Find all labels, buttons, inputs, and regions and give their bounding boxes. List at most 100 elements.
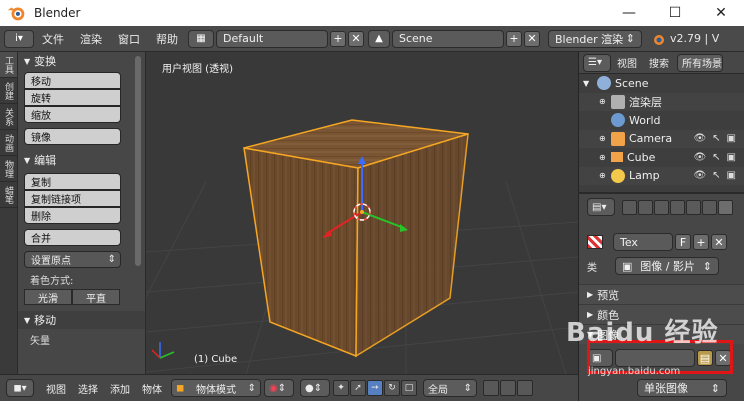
menu-file[interactable]: 文件: [34, 31, 72, 47]
mode-select[interactable]: ◼ 物体模式 ⇕: [171, 379, 261, 397]
menu-object[interactable]: 物体: [136, 381, 168, 396]
outliner-row-cube[interactable]: ⊕ Cube 👁 ↖ ▣: [579, 148, 744, 167]
tab-relations[interactable]: 关系: [0, 104, 17, 130]
shade-smooth-button[interactable]: 光滑: [24, 289, 72, 305]
layer-button-icon[interactable]: [517, 380, 533, 396]
render-engine-select[interactable]: Blender 渲染 ⇕: [548, 29, 642, 48]
duplicate-button[interactable]: 复制: [24, 173, 121, 190]
menu-view[interactable]: 视图: [40, 381, 72, 396]
menu-render[interactable]: 渲染: [72, 31, 110, 47]
render-icon[interactable]: ▣: [727, 133, 736, 144]
scale-manipulator-icon[interactable]: ↻: [384, 380, 400, 396]
image-source-select[interactable]: 单张图像 ⇕: [637, 379, 727, 397]
texture-tab-icon[interactable]: [718, 199, 733, 215]
properties-editor-button[interactable]: ▤▾: [587, 198, 615, 216]
unlink-texture-button[interactable]: ✕: [711, 234, 727, 250]
scene-icon-button[interactable]: ▲: [368, 29, 390, 48]
rotate-manipulator-icon[interactable]: ➙: [367, 380, 383, 396]
render-icon[interactable]: ▣: [727, 170, 736, 181]
display-mode-select[interactable]: 所有场景: [677, 53, 723, 72]
world-icon: [611, 113, 625, 128]
translate-manipulator-icon[interactable]: ➚: [350, 380, 366, 396]
scene-tab-icon[interactable]: [654, 199, 669, 215]
menu-add[interactable]: 添加: [104, 381, 136, 396]
texture-name-field[interactable]: Tex: [613, 233, 673, 251]
cursor-icon[interactable]: ↖: [712, 152, 720, 163]
cursor-icon[interactable]: ↖: [712, 133, 720, 144]
tab-grease-pencil[interactable]: 蜡笔: [0, 182, 17, 208]
maximize-button[interactable]: ☐: [652, 0, 698, 26]
blender-logo-icon: [7, 7, 25, 21]
render-icon[interactable]: ▣: [727, 152, 736, 163]
remove-scene-button[interactable]: ✕: [524, 30, 540, 47]
scene-field[interactable]: Scene: [392, 29, 504, 48]
preview-panel-header[interactable]: ▶ 预览: [579, 284, 744, 304]
pivot-select[interactable]: ● ⇕: [300, 379, 330, 397]
eye-icon[interactable]: 👁: [693, 170, 706, 181]
outliner-row-camera[interactable]: ⊕ Camera 👁 ↖ ▣: [579, 129, 744, 148]
transform-panel-header[interactable]: ▼ 变换: [18, 52, 145, 70]
join-button[interactable]: 合并: [24, 229, 121, 246]
set-origin-select[interactable]: 设置原点 ⇕: [24, 251, 121, 268]
shading-mode-select[interactable]: ◉ ⇕: [264, 379, 294, 397]
chevron-down-icon: ⇕: [107, 254, 116, 265]
eye-icon[interactable]: 👁: [693, 133, 706, 144]
menu-help[interactable]: 帮助: [148, 31, 186, 47]
screen-layout-icon[interactable]: ▦: [188, 29, 214, 48]
add-scene-button[interactable]: +: [506, 30, 522, 47]
edit-panel-header[interactable]: ▼ 编辑: [18, 151, 145, 169]
expand-icon: ⊕: [599, 171, 606, 181]
move-operator-panel-header[interactable]: ▼ 移动: [18, 311, 145, 329]
outliner-row-scene[interactable]: ▼ Scene: [579, 74, 744, 93]
cursor-icon[interactable]: ↖: [712, 170, 720, 181]
menu-select[interactable]: 选择: [72, 381, 104, 396]
scale-button[interactable]: 缩放: [24, 106, 121, 123]
transform-orientation-select[interactable]: 全局 ⇕: [423, 379, 477, 397]
screen-layout-field[interactable]: Default: [216, 29, 328, 48]
minimize-button[interactable]: —: [606, 0, 652, 26]
edit-panel-title: 编辑: [34, 154, 57, 167]
outliner-row-world[interactable]: World: [579, 111, 744, 130]
outliner-row-render-layer[interactable]: ⊕ 渲染层: [579, 92, 744, 111]
outliner-row-lamp[interactable]: ⊕ Lamp 👁 ↖ ▣: [579, 166, 744, 185]
view-label: 用户视图 (透视): [162, 64, 233, 75]
manipulator-toggle-icon[interactable]: ✦: [333, 380, 349, 396]
render-tab-icon[interactable]: [622, 199, 637, 215]
tool-shelf-scrollbar[interactable]: [135, 56, 141, 266]
texture-type-select[interactable]: ▣ 图像 / 影片 ⇕: [615, 257, 719, 275]
scale-icon[interactable]: □: [401, 380, 417, 396]
object-tab-icon[interactable]: [686, 199, 701, 215]
image-source-label: 单张图像: [644, 382, 688, 395]
delete-button[interactable]: 删除: [24, 207, 121, 224]
editor-type-button[interactable]: ◼ ▾: [6, 379, 34, 397]
mirror-button[interactable]: 镜像: [24, 128, 121, 145]
shade-flat-button[interactable]: 平直: [72, 289, 120, 305]
constraints-tab-icon[interactable]: [702, 199, 717, 215]
menu-window[interactable]: 窗口: [110, 31, 148, 47]
layer-button-icon[interactable]: [500, 380, 516, 396]
tab-tools[interactable]: 工具: [0, 52, 17, 78]
render-layers-tab-icon[interactable]: [638, 199, 653, 215]
tool-tabs: 工具 创建 关系 动画 物理 蜡笔: [0, 52, 18, 374]
expand-triangle-icon: ▶: [587, 290, 594, 299]
tab-create[interactable]: 创建: [0, 78, 17, 104]
new-texture-button[interactable]: +: [693, 234, 709, 250]
eye-icon[interactable]: 👁: [693, 152, 706, 163]
outliner-icon: ☰: [588, 57, 597, 68]
editor-type-button[interactable]: i ▾: [4, 29, 34, 48]
outliner-editor-button[interactable]: ☰ ▾: [583, 53, 611, 72]
move-button[interactable]: 移动: [24, 72, 121, 89]
fake-user-button[interactable]: F: [675, 234, 691, 250]
tab-animation[interactable]: 动画: [0, 130, 17, 156]
rotate-button[interactable]: 旋转: [24, 89, 121, 106]
3d-viewport[interactable]: 用户视图 (透视) (1) Cube: [146, 52, 578, 374]
duplicate-linked-button[interactable]: 复制链接项: [24, 190, 121, 207]
remove-layout-button[interactable]: ✕: [348, 30, 364, 47]
layer-button-icon[interactable]: [483, 380, 499, 396]
outliner-search-menu[interactable]: 搜索: [643, 55, 675, 70]
world-tab-icon[interactable]: [670, 199, 685, 215]
tab-physics[interactable]: 物理: [0, 156, 17, 182]
outliner-view-menu[interactable]: 视图: [611, 55, 643, 70]
close-button[interactable]: ✕: [698, 0, 744, 26]
add-layout-button[interactable]: +: [330, 30, 346, 47]
